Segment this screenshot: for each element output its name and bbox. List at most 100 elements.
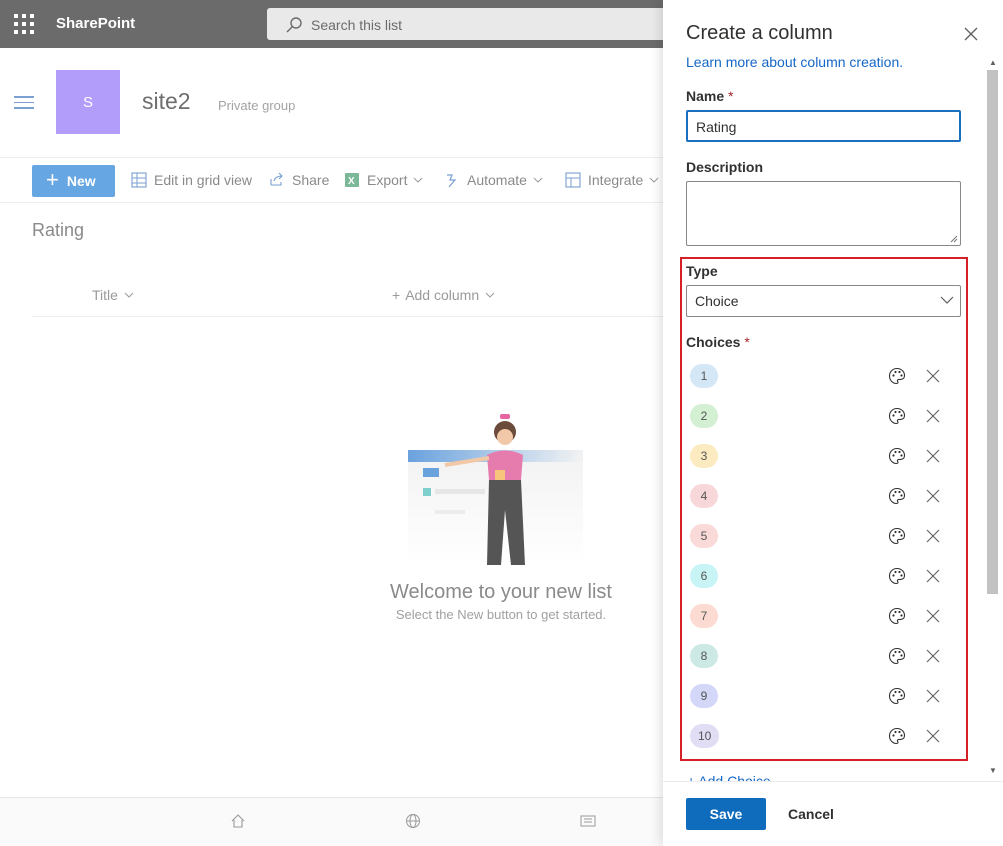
panel-footer: Save Cancel (663, 781, 1003, 846)
choice-row: 4 (686, 480, 946, 512)
choice-pill[interactable]: 10 (690, 724, 720, 748)
grid-icon (131, 172, 147, 188)
remove-choice-icon[interactable] (926, 449, 940, 463)
excel-icon: X (345, 173, 359, 187)
palette-icon[interactable] (888, 567, 906, 585)
plus-icon: + (392, 287, 401, 303)
choice-pill[interactable]: 7 (690, 604, 718, 628)
chevron-down-icon (485, 292, 495, 298)
remove-choice-icon[interactable] (926, 649, 940, 663)
remove-choice-icon[interactable] (926, 529, 940, 543)
empty-list-illustration (408, 414, 583, 565)
palette-icon[interactable] (888, 647, 906, 665)
new-button[interactable]: + New (32, 165, 115, 197)
empty-list-subtitle: Select the New button to get started. (395, 607, 607, 622)
palette-icon[interactable] (888, 487, 906, 505)
chevron-down-icon (940, 296, 954, 304)
share-label: Share (292, 172, 330, 188)
learn-more-link[interactable]: Learn more about column creation. (686, 54, 903, 70)
add-choice-button[interactable]: + Add Choice (687, 773, 787, 781)
site-logo[interactable]: S (56, 70, 120, 134)
chevron-down-icon (533, 177, 543, 183)
panel-title: Create a column (686, 22, 833, 44)
choice-row: 3 (686, 440, 946, 472)
description-input[interactable] (686, 181, 961, 246)
choice-pill[interactable]: 3 (690, 444, 718, 468)
automate-label: Automate (467, 172, 527, 188)
column-title-label: Title (92, 287, 118, 303)
choice-row: 9 (686, 680, 946, 712)
palette-icon[interactable] (888, 367, 906, 385)
type-dropdown-value: Choice (695, 293, 739, 309)
empty-list-title: Welcome to your new list (390, 581, 612, 603)
globe-icon[interactable] (405, 813, 421, 829)
choice-pill[interactable]: 1 (690, 364, 718, 388)
automate-icon (447, 174, 457, 188)
news-icon[interactable] (580, 813, 596, 829)
type-dropdown[interactable]: Choice (686, 285, 961, 317)
svg-text:X: X (348, 176, 355, 187)
choice-pill[interactable]: 6 (690, 564, 718, 588)
palette-icon[interactable] (888, 527, 906, 545)
name-input[interactable]: Rating (686, 110, 961, 142)
search-box[interactable]: Search this list (267, 8, 687, 40)
add-column-header[interactable]: + Add column (392, 287, 495, 303)
scroll-up-icon[interactable]: ▲ (989, 58, 997, 67)
choice-pill[interactable]: 9 (690, 684, 718, 708)
edit-grid-label: Edit in grid view (154, 172, 253, 188)
choice-row: 7 (686, 600, 946, 632)
choice-row: 10 (686, 720, 946, 752)
site-name[interactable]: site2 (142, 88, 191, 115)
remove-choice-icon[interactable] (926, 489, 940, 503)
choice-pill[interactable]: 5 (690, 524, 718, 548)
scroll-down-icon[interactable]: ▼ (989, 766, 997, 775)
automate-button[interactable]: Automate (444, 172, 550, 188)
palette-icon[interactable] (888, 687, 906, 705)
bottom-nav-bar (0, 797, 663, 846)
remove-choice-icon[interactable] (926, 609, 940, 623)
site-type: Private group (218, 98, 296, 113)
create-column-panel: Create a column Learn more about column … (663, 0, 1003, 846)
integrate-label: Integrate (588, 172, 644, 188)
choice-pill[interactable]: 8 (690, 644, 718, 668)
app-launcher-icon[interactable] (14, 14, 34, 34)
remove-choice-icon[interactable] (926, 729, 940, 743)
close-icon[interactable] (963, 26, 979, 42)
choice-row: 5 (686, 520, 946, 552)
type-label: Type (686, 263, 718, 279)
share-button[interactable]: Share (269, 172, 329, 188)
integrate-button[interactable]: Integrate (565, 172, 666, 188)
resize-handle-icon[interactable] (950, 235, 958, 243)
list-title: Rating (32, 220, 85, 240)
name-label: Name * (686, 88, 734, 104)
search-placeholder: Search this list (311, 17, 403, 33)
choice-row: 6 (686, 560, 946, 592)
column-header-title[interactable]: Title (92, 287, 134, 303)
save-button[interactable]: Save (686, 798, 766, 830)
new-button-label: New (66, 173, 96, 189)
chevron-down-icon (649, 177, 659, 183)
remove-choice-icon[interactable] (926, 689, 940, 703)
description-label: Description (686, 159, 764, 175)
command-bar: + New Edit in grid view Share X Export A… (0, 157, 663, 203)
palette-icon[interactable] (888, 447, 906, 465)
app-name[interactable]: SharePoint (56, 15, 135, 32)
choice-pill[interactable]: 4 (690, 484, 718, 508)
choice-row: 8 (686, 640, 946, 672)
palette-icon[interactable] (888, 407, 906, 425)
choices-label: Choices * (686, 334, 750, 350)
remove-choice-icon[interactable] (926, 409, 940, 423)
export-button[interactable]: X Export (344, 172, 430, 188)
choice-pill[interactable]: 2 (690, 404, 718, 428)
cancel-button[interactable]: Cancel (776, 798, 846, 830)
remove-choice-icon[interactable] (926, 369, 940, 383)
scrollbar-thumb[interactable] (987, 70, 998, 594)
home-icon[interactable] (230, 813, 246, 829)
plus-icon: + (46, 167, 59, 192)
nav-menu-icon[interactable] (14, 96, 34, 110)
remove-choice-icon[interactable] (926, 569, 940, 583)
palette-icon[interactable] (888, 607, 906, 625)
palette-icon[interactable] (888, 727, 906, 745)
edit-grid-button[interactable]: Edit in grid view (131, 172, 252, 188)
add-choice-label: Add Choice (698, 773, 771, 781)
